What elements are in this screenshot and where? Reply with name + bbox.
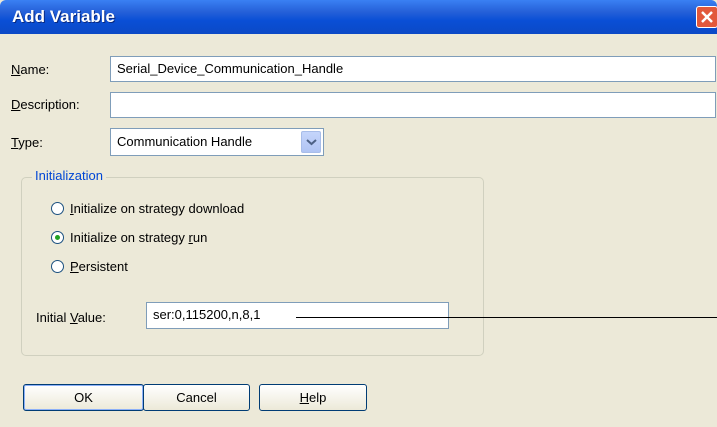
radio-button-selected[interactable]: [51, 231, 64, 244]
radio-persistent[interactable]: Persistent: [51, 259, 128, 274]
description-label: Description:: [11, 97, 80, 112]
dropdown-arrow[interactable]: [301, 131, 321, 153]
name-label: Name:: [11, 62, 50, 77]
radio-label: Initialize on strategy run: [70, 230, 208, 245]
radio-button[interactable]: [51, 202, 64, 215]
close-button[interactable]: [696, 6, 717, 28]
initial-value-label: Initial Value:: [36, 310, 106, 325]
radio-label: Persistent: [70, 259, 128, 274]
initial-value-input[interactable]: ser:0,115200,n,8,1: [146, 302, 449, 329]
close-icon: [701, 11, 713, 23]
chevron-down-icon: [306, 139, 317, 146]
cancel-button[interactable]: Cancel: [143, 384, 250, 411]
initialization-legend: Initialization: [32, 168, 106, 183]
ok-button[interactable]: OK: [23, 384, 144, 411]
callout-line: [296, 317, 717, 318]
window-title: Add Variable: [12, 7, 115, 26]
type-label: Type:: [11, 135, 43, 150]
name-input[interactable]: Serial_Device_Communication_Handle: [110, 56, 716, 82]
add-variable-dialog: Add Variable Name: Serial_Device_Communi…: [0, 0, 717, 427]
type-selected-value: Communication Handle: [117, 134, 253, 149]
radio-button[interactable]: [51, 260, 64, 273]
title-bar[interactable]: Add Variable: [0, 0, 717, 34]
radio-initialize-on-download[interactable]: Initialize on strategy download: [51, 201, 244, 216]
radio-initialize-on-run[interactable]: Initialize on strategy run: [51, 230, 207, 245]
radio-label: Initialize on strategy download: [70, 201, 245, 216]
type-select[interactable]: Communication Handle: [110, 128, 324, 156]
help-button[interactable]: Help: [259, 384, 367, 411]
description-input[interactable]: [110, 92, 716, 118]
